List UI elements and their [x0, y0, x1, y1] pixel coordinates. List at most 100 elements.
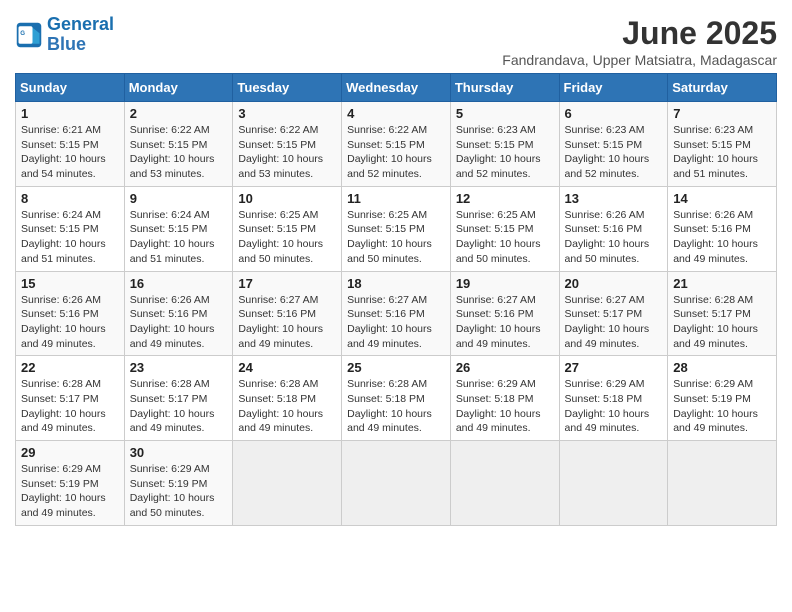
day-number: 26: [456, 360, 554, 375]
page-header: G General Blue June 2025 Fandrandava, Up…: [15, 15, 777, 68]
day-number: 17: [238, 276, 336, 291]
day-cell: 11 Sunrise: 6:25 AMSunset: 5:15 PMDaylig…: [342, 186, 451, 271]
day-cell: 22 Sunrise: 6:28 AMSunset: 5:17 PMDaylig…: [16, 356, 125, 441]
title-block: June 2025 Fandrandava, Upper Matsiatra, …: [502, 15, 777, 68]
day-cell: 5 Sunrise: 6:23 AMSunset: 5:15 PMDayligh…: [450, 102, 559, 187]
day-cell: [668, 441, 777, 526]
day-info: Sunrise: 6:25 AMSunset: 5:15 PMDaylight:…: [456, 208, 554, 267]
day-number: 25: [347, 360, 445, 375]
day-number: 9: [130, 191, 228, 206]
col-header-thursday: Thursday: [450, 74, 559, 102]
day-info: Sunrise: 6:27 AMSunset: 5:16 PMDaylight:…: [347, 293, 445, 352]
day-info: Sunrise: 6:28 AMSunset: 5:17 PMDaylight:…: [673, 293, 771, 352]
day-info: Sunrise: 6:22 AMSunset: 5:15 PMDaylight:…: [238, 123, 336, 182]
week-row-1: 1 Sunrise: 6:21 AMSunset: 5:15 PMDayligh…: [16, 102, 777, 187]
day-cell: 17 Sunrise: 6:27 AMSunset: 5:16 PMDaylig…: [233, 271, 342, 356]
day-info: Sunrise: 6:27 AMSunset: 5:16 PMDaylight:…: [238, 293, 336, 352]
day-cell: 23 Sunrise: 6:28 AMSunset: 5:17 PMDaylig…: [124, 356, 233, 441]
day-info: Sunrise: 6:28 AMSunset: 5:17 PMDaylight:…: [21, 377, 119, 436]
day-cell: 10 Sunrise: 6:25 AMSunset: 5:15 PMDaylig…: [233, 186, 342, 271]
day-number: 18: [347, 276, 445, 291]
day-cell: 18 Sunrise: 6:27 AMSunset: 5:16 PMDaylig…: [342, 271, 451, 356]
col-header-tuesday: Tuesday: [233, 74, 342, 102]
day-cell: 26 Sunrise: 6:29 AMSunset: 5:18 PMDaylig…: [450, 356, 559, 441]
day-cell: 15 Sunrise: 6:26 AMSunset: 5:16 PMDaylig…: [16, 271, 125, 356]
week-row-2: 8 Sunrise: 6:24 AMSunset: 5:15 PMDayligh…: [16, 186, 777, 271]
day-number: 15: [21, 276, 119, 291]
day-number: 8: [21, 191, 119, 206]
logo-line2: Blue: [47, 35, 114, 55]
day-cell: 14 Sunrise: 6:26 AMSunset: 5:16 PMDaylig…: [668, 186, 777, 271]
day-info: Sunrise: 6:28 AMSunset: 5:18 PMDaylight:…: [347, 377, 445, 436]
day-number: 28: [673, 360, 771, 375]
day-info: Sunrise: 6:29 AMSunset: 5:19 PMDaylight:…: [673, 377, 771, 436]
day-cell: 30 Sunrise: 6:29 AMSunset: 5:19 PMDaylig…: [124, 441, 233, 526]
day-number: 30: [130, 445, 228, 460]
day-info: Sunrise: 6:29 AMSunset: 5:18 PMDaylight:…: [565, 377, 663, 436]
day-cell: [342, 441, 451, 526]
calendar-table: SundayMondayTuesdayWednesdayThursdayFrid…: [15, 73, 777, 526]
day-number: 19: [456, 276, 554, 291]
day-cell: 16 Sunrise: 6:26 AMSunset: 5:16 PMDaylig…: [124, 271, 233, 356]
day-number: 27: [565, 360, 663, 375]
day-cell: [450, 441, 559, 526]
day-number: 14: [673, 191, 771, 206]
day-number: 23: [130, 360, 228, 375]
day-info: Sunrise: 6:29 AMSunset: 5:19 PMDaylight:…: [21, 462, 119, 521]
day-cell: 19 Sunrise: 6:27 AMSunset: 5:16 PMDaylig…: [450, 271, 559, 356]
location-subtitle: Fandrandava, Upper Matsiatra, Madagascar: [502, 52, 777, 68]
col-header-saturday: Saturday: [668, 74, 777, 102]
day-number: 6: [565, 106, 663, 121]
day-info: Sunrise: 6:23 AMSunset: 5:15 PMDaylight:…: [456, 123, 554, 182]
day-number: 22: [21, 360, 119, 375]
week-row-5: 29 Sunrise: 6:29 AMSunset: 5:19 PMDaylig…: [16, 441, 777, 526]
day-info: Sunrise: 6:29 AMSunset: 5:19 PMDaylight:…: [130, 462, 228, 521]
day-info: Sunrise: 6:26 AMSunset: 5:16 PMDaylight:…: [130, 293, 228, 352]
day-cell: 24 Sunrise: 6:28 AMSunset: 5:18 PMDaylig…: [233, 356, 342, 441]
day-number: 5: [456, 106, 554, 121]
day-info: Sunrise: 6:28 AMSunset: 5:17 PMDaylight:…: [130, 377, 228, 436]
day-info: Sunrise: 6:26 AMSunset: 5:16 PMDaylight:…: [565, 208, 663, 267]
month-title: June 2025: [502, 15, 777, 52]
col-header-monday: Monday: [124, 74, 233, 102]
col-header-friday: Friday: [559, 74, 668, 102]
day-info: Sunrise: 6:23 AMSunset: 5:15 PMDaylight:…: [673, 123, 771, 182]
day-cell: 20 Sunrise: 6:27 AMSunset: 5:17 PMDaylig…: [559, 271, 668, 356]
day-info: Sunrise: 6:24 AMSunset: 5:15 PMDaylight:…: [130, 208, 228, 267]
day-cell: 12 Sunrise: 6:25 AMSunset: 5:15 PMDaylig…: [450, 186, 559, 271]
day-number: 13: [565, 191, 663, 206]
day-cell: 25 Sunrise: 6:28 AMSunset: 5:18 PMDaylig…: [342, 356, 451, 441]
day-cell: 13 Sunrise: 6:26 AMSunset: 5:16 PMDaylig…: [559, 186, 668, 271]
day-number: 3: [238, 106, 336, 121]
header-row: SundayMondayTuesdayWednesdayThursdayFrid…: [16, 74, 777, 102]
day-number: 21: [673, 276, 771, 291]
day-cell: [233, 441, 342, 526]
day-number: 16: [130, 276, 228, 291]
day-cell: 3 Sunrise: 6:22 AMSunset: 5:15 PMDayligh…: [233, 102, 342, 187]
day-number: 12: [456, 191, 554, 206]
day-cell: 2 Sunrise: 6:22 AMSunset: 5:15 PMDayligh…: [124, 102, 233, 187]
day-number: 10: [238, 191, 336, 206]
day-info: Sunrise: 6:24 AMSunset: 5:15 PMDaylight:…: [21, 208, 119, 267]
col-header-wednesday: Wednesday: [342, 74, 451, 102]
day-cell: 6 Sunrise: 6:23 AMSunset: 5:15 PMDayligh…: [559, 102, 668, 187]
day-number: 11: [347, 191, 445, 206]
day-info: Sunrise: 6:26 AMSunset: 5:16 PMDaylight:…: [673, 208, 771, 267]
day-number: 4: [347, 106, 445, 121]
day-cell: 1 Sunrise: 6:21 AMSunset: 5:15 PMDayligh…: [16, 102, 125, 187]
day-cell: 8 Sunrise: 6:24 AMSunset: 5:15 PMDayligh…: [16, 186, 125, 271]
logo-text: General Blue: [47, 15, 114, 55]
svg-text:G: G: [20, 30, 25, 37]
day-info: Sunrise: 6:28 AMSunset: 5:18 PMDaylight:…: [238, 377, 336, 436]
day-cell: 7 Sunrise: 6:23 AMSunset: 5:15 PMDayligh…: [668, 102, 777, 187]
day-info: Sunrise: 6:29 AMSunset: 5:18 PMDaylight:…: [456, 377, 554, 436]
day-info: Sunrise: 6:27 AMSunset: 5:16 PMDaylight:…: [456, 293, 554, 352]
day-cell: 21 Sunrise: 6:28 AMSunset: 5:17 PMDaylig…: [668, 271, 777, 356]
day-number: 7: [673, 106, 771, 121]
week-row-3: 15 Sunrise: 6:26 AMSunset: 5:16 PMDaylig…: [16, 271, 777, 356]
day-number: 29: [21, 445, 119, 460]
logo-line1: General: [47, 14, 114, 34]
logo: G General Blue: [15, 15, 114, 55]
day-info: Sunrise: 6:22 AMSunset: 5:15 PMDaylight:…: [130, 123, 228, 182]
day-number: 24: [238, 360, 336, 375]
